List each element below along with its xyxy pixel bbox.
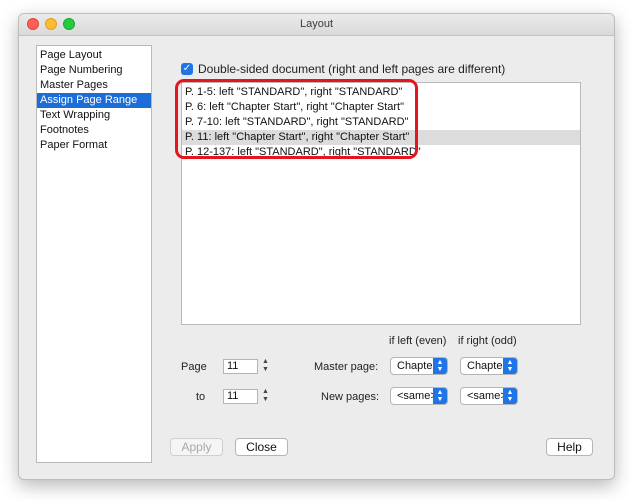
sidebar-item-master-pages[interactable]: Master Pages [37, 78, 151, 93]
sidebar-item-text-wrapping[interactable]: Text Wrapping [37, 108, 151, 123]
help-button[interactable]: Help [546, 438, 593, 456]
window-title: Layout [299, 18, 334, 30]
master-left-value: Chapter Start [397, 360, 437, 372]
title-bar: Layout [19, 14, 614, 36]
sidebar: Page Layout Page Numbering Master Pages … [36, 45, 152, 463]
new-left-value: <same> [397, 390, 437, 402]
chevron-updown-icon: ▲ ▼ [433, 358, 447, 374]
sidebar-item-footnotes[interactable]: Footnotes [37, 123, 151, 138]
sidebar-item-assign-page-range[interactable]: Assign Page Range [37, 93, 151, 108]
sidebar-item-page-layout[interactable]: Page Layout [37, 48, 151, 63]
apply-button[interactable]: Apply [170, 438, 223, 456]
sidebar-item-page-numbering[interactable]: Page Numbering [37, 63, 151, 78]
to-label: to [196, 391, 206, 403]
double-sided-row[interactable]: ✓ Double-sided document (right and left … [181, 62, 505, 76]
column-header-right: if right (odd) [458, 335, 517, 347]
list-item[interactable]: P. 7-10: left "STANDARD", right "STANDAR… [182, 115, 580, 130]
chevron-updown-icon: ▲ ▼ [503, 388, 517, 404]
layout-window: Layout Page Layout Page Numbering Master… [18, 13, 615, 480]
sidebar-item-paper-format[interactable]: Paper Format [37, 138, 151, 153]
page-from-field[interactable]: 11 [223, 359, 258, 374]
chevron-updown-icon: ▲ ▼ [503, 358, 517, 374]
column-header-left: if left (even) [389, 335, 447, 347]
new-left-popup[interactable]: <same> ▲ ▼ [390, 387, 448, 405]
list-item[interactable]: P. 6: left "Chapter Start", right "Chapt… [182, 100, 580, 115]
master-left-popup[interactable]: Chapter Start ▲▼ [390, 357, 448, 375]
list-item[interactable]: P. 1-5: left "STANDARD", right "STANDARD… [182, 85, 580, 100]
new-pages-label: New pages: [321, 391, 380, 403]
page-to-stepper[interactable]: ▲ ▼ [261, 388, 270, 405]
new-right-value: <same> [467, 390, 507, 402]
list-item-selected[interactable]: P. 11: left "Chapter Start", right "Chap… [182, 130, 580, 145]
double-sided-label: Double-sided document (right and left pa… [198, 62, 506, 76]
master-right-value: Chapter Start [467, 360, 507, 372]
close-button[interactable]: Close [235, 438, 288, 456]
page-label: Page [181, 361, 207, 373]
page-range-list[interactable]: P. 1-5: left "STANDARD", right "STANDARD… [181, 82, 581, 325]
page-to-field[interactable]: 11 [223, 389, 258, 404]
master-page-label: Master page: [314, 361, 379, 373]
page-from-stepper[interactable]: ▲ ▼ [261, 358, 270, 375]
double-sided-checkbox[interactable]: ✓ [181, 63, 193, 75]
master-right-popup[interactable]: Chapter Start ▲▼ [460, 357, 518, 375]
new-right-popup[interactable]: <same> ▲ ▼ [460, 387, 518, 405]
list-item[interactable]: P. 12-137: left "STANDARD", right "STAND… [182, 145, 580, 160]
chevron-updown-icon: ▲ ▼ [433, 388, 447, 404]
